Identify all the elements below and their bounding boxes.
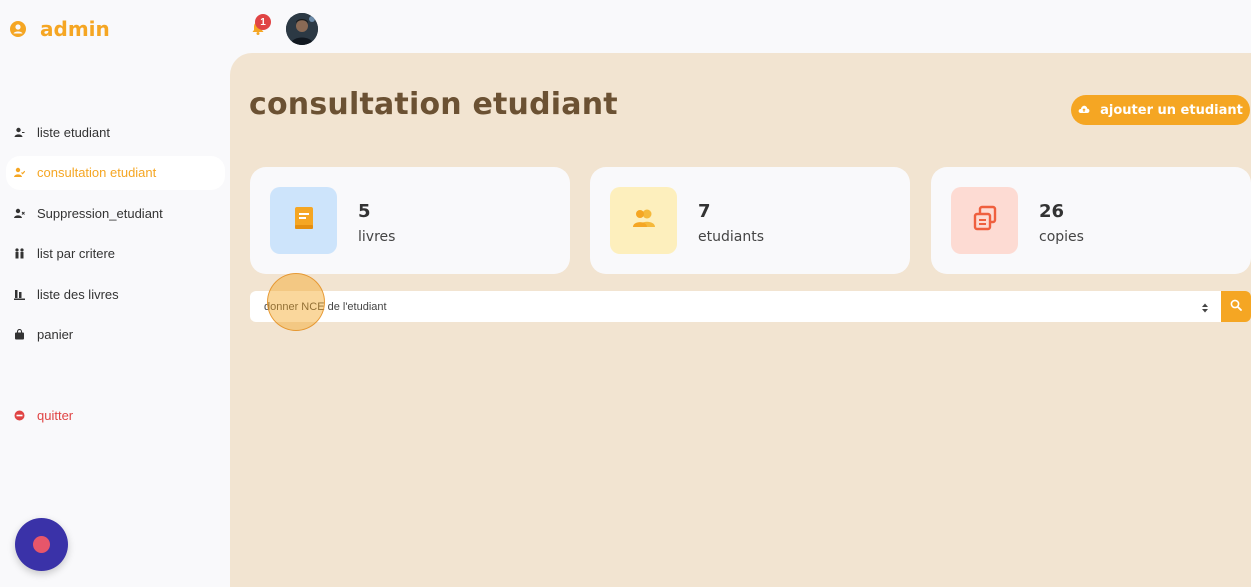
stat-label: livres [358,229,396,245]
copy-tile [951,187,1018,254]
sidebar-item-liste-etudiant[interactable]: liste etudiant [0,112,230,153]
brand: admin [10,17,110,41]
stats-cards: 5 livres 7 etudiants 26 copies [250,167,1251,274]
stat-card-copies: 26 copies [931,167,1251,274]
book-icon [293,206,315,235]
click-indicator [267,273,325,331]
search-button[interactable] [1221,291,1251,322]
add-student-label: ajouter un etudiant [1100,102,1243,118]
stat-value: 26 [1039,201,1065,222]
main-panel: consultation etudiant ajouter un etudian… [230,53,1251,587]
sidebar-item-list-par-critere[interactable]: list par critere [0,234,230,275]
stat-card-livres: 5 livres [250,167,570,274]
bar-chart-icon [14,289,25,300]
nce-search-input[interactable] [250,291,1223,322]
users-icon [631,208,657,233]
book-tile [270,187,337,254]
number-stepper-icon[interactable] [1201,301,1209,313]
sidebar: admin liste etudiant consultation etudia… [0,0,230,587]
search-bar [250,291,1223,322]
stat-value: 7 [698,201,711,222]
search-icon [1230,298,1242,316]
add-student-button[interactable]: ajouter un etudiant [1071,95,1250,125]
stop-icon [14,410,25,421]
record-dot-icon [33,536,50,553]
avatar[interactable] [286,13,318,45]
notification-badge: 1 [255,14,271,30]
sidebar-item-consultation-etudiant[interactable]: consultation etudiant [6,155,225,190]
sidebar-item-label: liste etudiant [37,124,110,140]
stat-card-etudiants: 7 etudiants [590,167,910,274]
sidebar-item-label: Suppression_etudiant [37,205,163,221]
sidebar-item-label: list par critere [37,246,116,262]
people-icon [14,248,25,259]
stat-value: 5 [358,201,371,222]
sidebar-item-label: panier [37,327,74,343]
brand-title: admin [40,17,110,41]
sidebar-menu: liste etudiant consultation etudiant Sup… [0,112,230,436]
sidebar-item-suppression-etudiant[interactable]: Suppression_etudiant [0,193,230,234]
sidebar-item-panier[interactable]: panier [0,315,230,356]
shopping-bag-icon [14,329,25,340]
user-check-icon [14,167,25,178]
sidebar-item-label: quitter [37,407,74,423]
user-circle-icon [10,21,26,37]
sidebar-item-liste-des-livres[interactable]: liste des livres [0,274,230,315]
stat-label: etudiants [698,229,764,245]
user-list-icon [14,127,25,138]
sidebar-item-label: liste des livres [37,286,119,302]
stat-label: copies [1039,229,1084,245]
topbar: 1 [230,0,1251,52]
sidebar-item-label: consultation etudiant [37,165,157,180]
floating-record-button[interactable] [15,518,68,571]
page-title: consultation etudiant [249,87,618,122]
user-remove-icon [14,208,25,219]
sidebar-item-quitter[interactable]: quitter [0,395,230,436]
cloud-upload-icon [1078,103,1090,118]
copy-icon [972,205,998,236]
users-tile [610,187,677,254]
